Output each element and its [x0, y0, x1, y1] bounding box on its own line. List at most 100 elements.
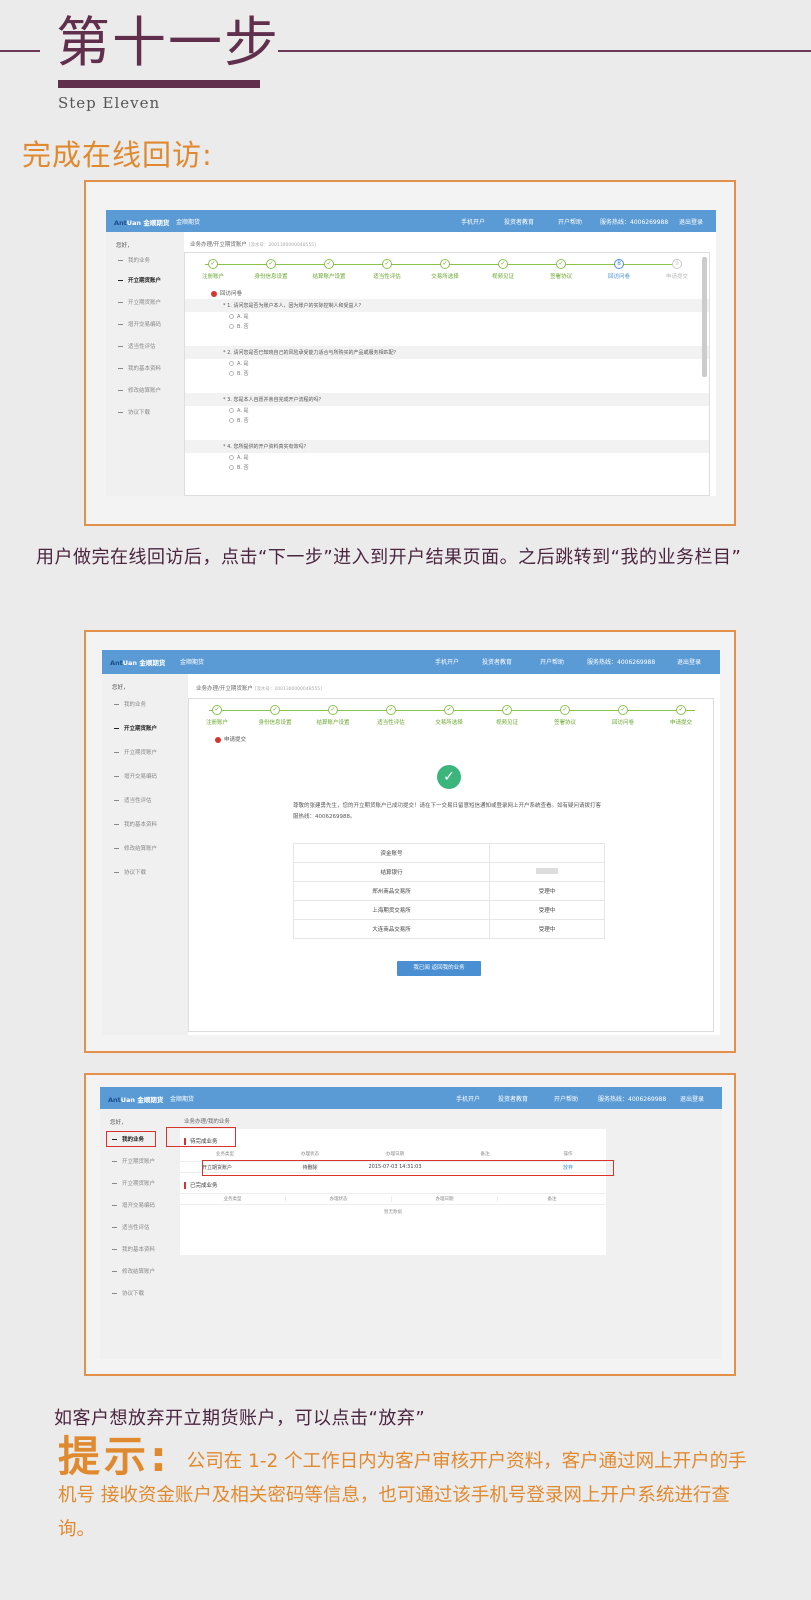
table-row: 大连商品交易所 受理中 — [293, 919, 605, 939]
sidebar-item-open-account-2[interactable]: 开立期货账户 — [118, 298, 161, 306]
table-cell: 郑州商品交易所 — [293, 881, 490, 901]
sidebar-item-settlement[interactable]: 修改结算账户 — [114, 844, 157, 852]
step-suitability: ✓ 适当性评估 — [377, 705, 405, 726]
breadcrumb: 业务办理/开立期货账户 [流水号：2001300000048555] — [196, 686, 322, 692]
step-video: ✓ 视频见证 — [491, 259, 514, 280]
sidebar-item-profile[interactable]: 我的基本资料 — [118, 364, 161, 372]
screenshot-frame-3: AntUan 金顺期货 金顺期货 手机开户 投资者教育 开户帮助 服务热线：40… — [84, 1073, 736, 1376]
step-title-underline — [58, 80, 260, 88]
sidebar-item-profile[interactable]: 我的基本资料 — [114, 820, 157, 828]
table-row: 上海期货交易所 受理中 — [293, 900, 605, 920]
sidebar-item-add-code[interactable]: 增开交易编码 — [114, 772, 157, 780]
sidebar-item-agreement[interactable]: 协议下载 — [114, 868, 146, 876]
app-logo: AntUan 金顺期货 — [108, 1096, 164, 1104]
step-exchange: ✓ 交易所选择 — [435, 705, 463, 726]
sidebar-item-my-business[interactable]: 我的业务 — [118, 256, 150, 264]
logout-link[interactable]: 退出登录 — [677, 657, 701, 666]
sidebar-item-agreement[interactable]: 协议下载 — [118, 408, 150, 416]
option-a[interactable]: A. 是 — [185, 312, 709, 322]
question-1: * 1. 请问您是否为账户本人，因为账户的实际控制人和受益人？ A. 是 B. … — [185, 299, 709, 332]
business-panel: 待完成业务 业务类型 办理状态 办理日期 备注 操作 开立期货账户 待删除 20… — [180, 1129, 606, 1255]
investor-edu-link[interactable]: 投资者教育 — [498, 1094, 528, 1103]
table-cell: 受理中 — [489, 900, 605, 920]
table-cell: 结算银行 — [293, 862, 490, 882]
option-b[interactable]: B. 否 — [185, 322, 709, 332]
sidebar-greeting: 您好， — [110, 1120, 127, 1126]
open-help-link[interactable]: 开户帮助 — [554, 1094, 578, 1103]
sidebar-item-settlement[interactable]: 修改结算账户 — [112, 1267, 155, 1275]
table-cell: 受理中 — [489, 919, 605, 939]
question-2: * 2. 请问您是否已知晓自己的风险承受能力适合与所购买的产品或服务相匹配？ A… — [185, 346, 709, 379]
sidebar-item-agreement[interactable]: 协议下载 — [112, 1289, 144, 1297]
done-headers: 业务类型 办理状态 办理日期 备注 — [180, 1193, 606, 1205]
app-nav-title: 金顺期货 — [170, 1096, 195, 1103]
app-screenshot-1: AntUan 金顺期货 金顺期货 手机开户 投资者教育 开户帮助 服务热线：40… — [106, 210, 716, 496]
mobile-open-link[interactable]: 手机开户 — [461, 217, 485, 226]
logout-link[interactable]: 退出登录 — [679, 217, 703, 226]
app-topbar: AntUan 金顺期货 金顺期货 手机开户 投资者教育 开户帮助 服务热线：40… — [100, 1087, 722, 1109]
result-table: 资金账号 结算银行 郑州商品交易所 受理中 上海期货交易所 受理中 大连商品交易所受… — [293, 843, 605, 939]
tip-block: 提示: 公司在 1-2 个工作日内为客户审核开户资料，客户通过网上开户的手机号 … — [58, 1436, 758, 1547]
sidebar-item-add-code[interactable]: 增开交易编码 — [112, 1201, 155, 1209]
table-cell: 受理中 — [489, 881, 605, 901]
empty-data-text: 暂无数据 — [384, 1210, 402, 1215]
option-a[interactable]: A. 是 — [185, 359, 709, 369]
sidebar-item-profile[interactable]: 我的基本资料 — [112, 1245, 155, 1253]
sidebar-item-open-account-2[interactable]: 开立期货账户 — [112, 1179, 155, 1187]
sidebar-item-open-account[interactable]: 开立期货账户 — [112, 1157, 155, 1165]
logout-link[interactable]: 退出登录 — [680, 1094, 704, 1103]
sidebar-item-add-code[interactable]: 增开交易编码 — [118, 320, 161, 328]
hotline-text: 服务热线：4006269988 — [587, 659, 656, 666]
step-revisit: ✓ 回访问卷 — [611, 705, 634, 726]
sidebar-item-my-business[interactable]: 我的业务 — [114, 700, 146, 708]
app-sidebar: 您好， 我的业务 开立期货账户 开立期货账户 增开交易编码 适当性评估 我的基本… — [102, 674, 188, 1035]
step-register: ✓ 注册账户 — [201, 259, 224, 280]
screenshot-frame-2: AntUan 金顺期货 金顺期货 手机开户 投资者教育 开户帮助 服务热线：40… — [84, 630, 736, 1053]
step-identity: ✓ 身份信息设置 — [254, 259, 288, 280]
step-title: 第十一步 — [56, 11, 280, 74]
success-check-icon: ✓ — [437, 765, 461, 789]
progress-steps: ✓ 注册账户 ✓ 身份信息设置 ✓ 结算账户设置 ✓ 适当性评估 ✓ 交易所选择 ✓ 视频见… — [189, 705, 715, 729]
step-submit: 9 申请提交 — [665, 259, 688, 280]
sidebar-item-suitability[interactable]: 适当性评估 — [114, 796, 152, 804]
sidebar-greeting: 您好， — [112, 685, 129, 691]
sidebar-item-open-account[interactable]: 开立期货账户 — [114, 724, 157, 732]
sidebar-item-open-account[interactable]: 开立期货账户 — [118, 276, 161, 284]
column-header: 办理状态 — [286, 1196, 392, 1202]
mobile-open-link[interactable]: 手机开户 — [435, 657, 459, 666]
return-to-business-button[interactable]: 我已阅 返回我的业务 — [397, 961, 481, 976]
app-nav-title: 金顺期货 — [176, 219, 201, 226]
table-row: 资金账号 — [293, 843, 605, 863]
investor-edu-link[interactable]: 投资者教育 — [504, 217, 534, 226]
question-3: * 3. 您是本人自愿并亲自完成开户流程的吗？ A. 是 B. 否 — [185, 393, 709, 426]
column-header: 备注 — [547, 1197, 557, 1202]
scrollbar[interactable] — [702, 257, 707, 377]
app-logo: AntUan 金顺期货 — [110, 659, 166, 667]
section-title: 完成在线回访: — [22, 138, 213, 172]
option-a[interactable]: A. 是 — [185, 406, 709, 416]
hotline-text: 服务热线：4006269988 — [600, 219, 669, 226]
step-register: ✓ 注册账户 — [205, 705, 228, 726]
column-header: 业务类型 — [216, 1152, 234, 1157]
investor-edu-link[interactable]: 投资者教育 — [482, 657, 512, 666]
step-agreement: ✓ 签署协议 — [553, 705, 576, 726]
option-b[interactable]: B. 否 — [185, 416, 709, 426]
sidebar-item-open-account-2[interactable]: 开立期货账户 — [114, 748, 157, 756]
sidebar-item-suitability[interactable]: 适当性评估 — [112, 1223, 150, 1231]
table-cell — [489, 843, 605, 863]
option-b[interactable]: B. 否 — [185, 463, 709, 473]
submit-section-label: 申请提交 — [215, 735, 246, 743]
revisit-section-label: 回访问卷 — [211, 289, 242, 297]
table-cell: 上海期货交易所 — [293, 900, 490, 920]
highlight-pending-title — [166, 1127, 236, 1147]
open-help-link[interactable]: 开户帮助 — [558, 217, 582, 226]
question-text: * 1. 请问您是否为账户本人，因为账户的实际控制人和受益人？ — [185, 299, 709, 312]
mobile-open-link[interactable]: 手机开户 — [456, 1094, 480, 1103]
table-row: 结算银行 — [293, 862, 605, 882]
app-topbar: AntUan 金顺期货 金顺期货 手机开户 投资者教育 开户帮助 服务热线：40… — [106, 210, 716, 232]
option-a[interactable]: A. 是 — [185, 453, 709, 463]
sidebar-item-suitability[interactable]: 适当性评估 — [118, 342, 156, 350]
option-b[interactable]: B. 否 — [185, 369, 709, 379]
open-help-link[interactable]: 开户帮助 — [540, 657, 564, 666]
sidebar-item-settlement[interactable]: 修改结算账户 — [118, 386, 161, 394]
